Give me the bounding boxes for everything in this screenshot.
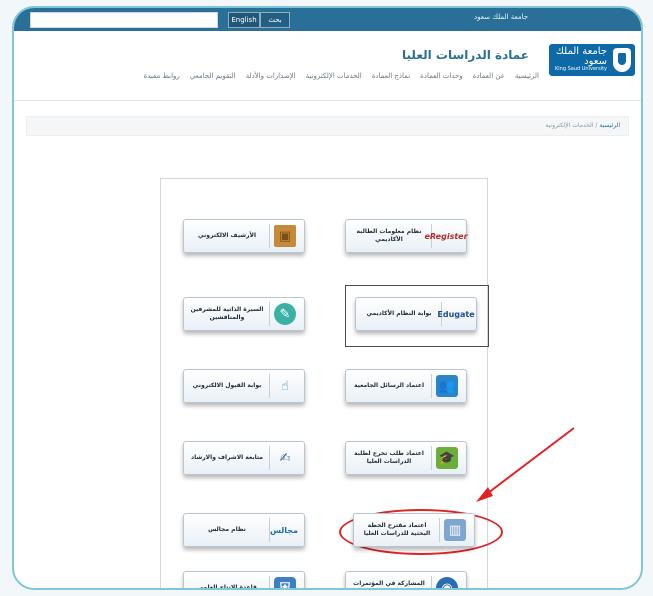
browser-frame: English بحث جامعة الملك سعود جامعة الملك… (12, 6, 643, 590)
red-arrow-annotation (476, 427, 575, 502)
